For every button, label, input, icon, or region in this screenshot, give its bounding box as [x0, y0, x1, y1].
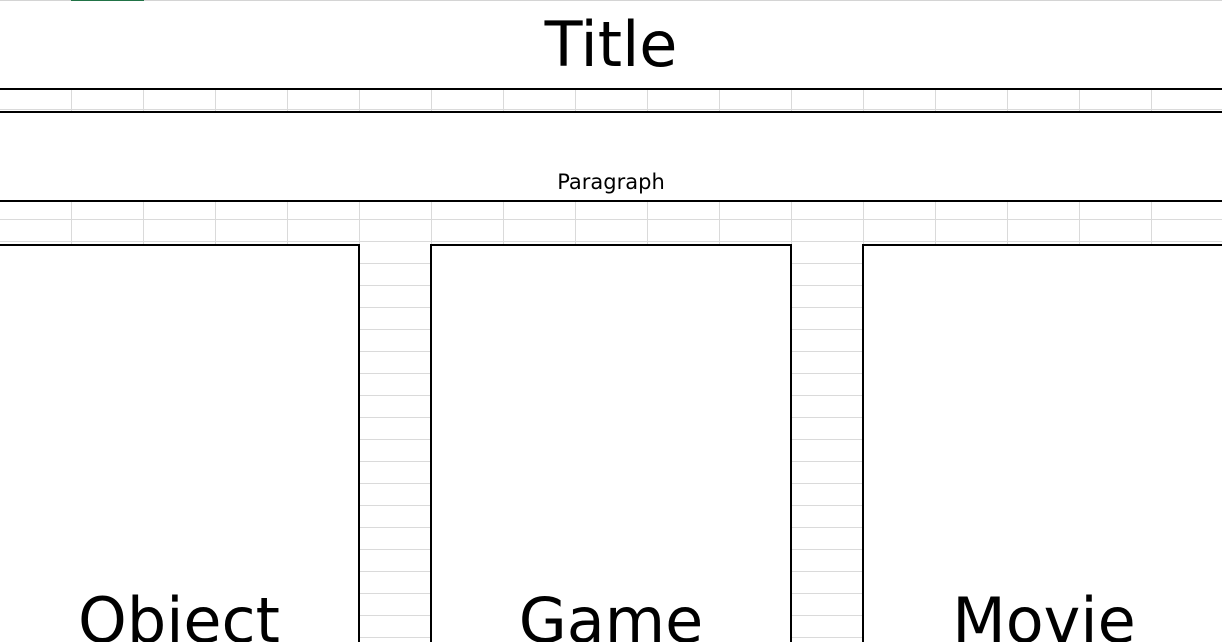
object-box[interactable]: Object [0, 244, 360, 642]
paragraph-text: Paragraph [557, 170, 665, 194]
object-label: Object [78, 584, 280, 642]
title-text: Title [544, 7, 678, 81]
spreadsheet-grid[interactable]: Title Paragraph Object Game Movie [0, 0, 1222, 642]
movie-box[interactable]: Movie [862, 244, 1222, 642]
movie-label: Movie [952, 584, 1136, 642]
game-label: Game [518, 584, 704, 642]
game-box[interactable]: Game [430, 244, 792, 642]
paragraph-cell[interactable]: Paragraph [0, 111, 1222, 202]
title-cell[interactable]: Title [0, 1, 1222, 90]
